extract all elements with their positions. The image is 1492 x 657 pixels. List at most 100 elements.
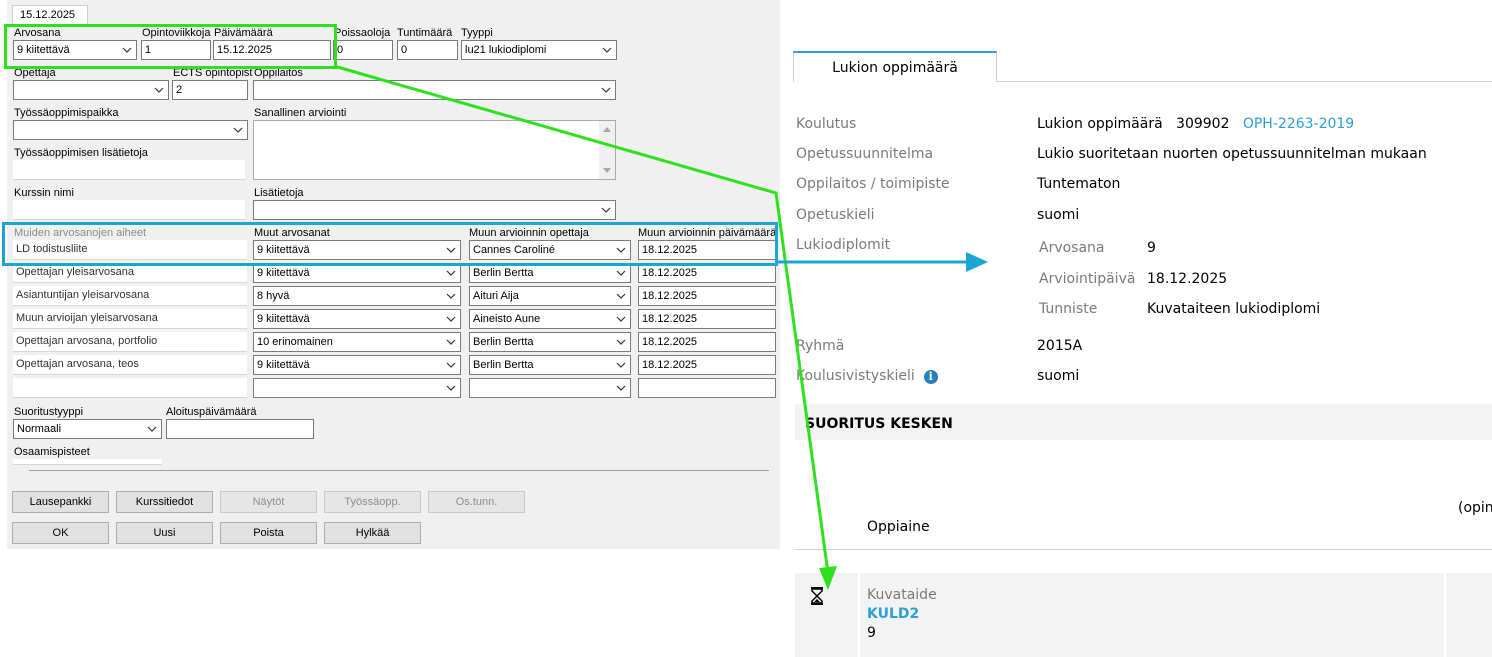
grid-aihe-cell[interactable]: Muun arvioijan yleisarvosana <box>13 309 247 329</box>
ryhma-label: Ryhmä <box>796 338 845 354</box>
status-bar: SUORITUS KESKEN <box>795 404 1492 440</box>
suoritustyyppi-label: Suoritustyyppi <box>14 406 84 418</box>
chevron-down-icon <box>602 45 612 55</box>
oppilaitos-label: Oppilaitos / toimipiste <box>796 176 950 192</box>
button-4-top[interactable]: Os.tunn. <box>428 491 525 513</box>
grid-paivamaara-input[interactable]: 18.12.2025 <box>638 309 776 329</box>
chevron-down-icon <box>154 85 164 95</box>
chevron-down-icon <box>616 360 626 370</box>
hourglass-icon <box>811 587 823 605</box>
koulutus-code: 309902 <box>1176 116 1230 132</box>
osaamispisteet-label: Osaamispisteet <box>14 446 90 458</box>
grid-opettaja-select[interactable] <box>469 378 631 398</box>
poissaoloja-input[interactable]: 0 <box>333 40 393 60</box>
grid-paivamaara-input[interactable]: 18.12.2025 <box>638 355 776 375</box>
button-0-top[interactable]: Lausepankki <box>12 491 109 513</box>
osaamispisteet-input[interactable] <box>13 459 162 465</box>
course-grade-form: 15.12.2025 Arvosana Opintoviikkoja Päivä… <box>7 0 780 549</box>
grid-aihe-cell[interactable]: Opettajan arvosana, teos <box>13 355 247 375</box>
kurssin-nimi-input[interactable] <box>13 200 245 220</box>
button-1-bottom[interactable]: Uusi <box>116 522 213 544</box>
grid-arvosana-select[interactable]: 8 hyvä <box>253 286 461 306</box>
chevron-down-icon <box>601 205 611 215</box>
tuntimaara-input[interactable]: 0 <box>397 40 458 60</box>
tab-lukion-oppimaara[interactable]: Lukion oppimäärä <box>793 51 997 82</box>
chevron-down-icon <box>616 268 626 278</box>
lisatietoja-select[interactable] <box>253 200 616 220</box>
grid-opettaja-value: Berlin Bertta <box>473 359 534 371</box>
button-2-top[interactable]: Näytöt <box>220 491 317 513</box>
oppilaitos-value: Tuntematon <box>1037 176 1121 192</box>
grid-arvosana-value: 8 hyvä <box>257 290 290 302</box>
grid-paivamaara-input[interactable]: 18.12.2025 <box>638 263 776 283</box>
koulutus-diaarinumero-link[interactable]: OPH-2263-2019 <box>1243 116 1354 132</box>
grid-opettaja-select[interactable]: Aituri Aija <box>469 286 631 306</box>
grid-aihe-cell[interactable]: Asiantuntijan yleisarvosana <box>13 286 247 306</box>
tuntimaara-label: Tuntimäärä <box>397 27 453 39</box>
chevron-down-icon <box>446 337 456 347</box>
button-2-bottom[interactable]: Poista <box>220 522 317 544</box>
tyossaoppimisen-lisatietoja-input[interactable] <box>13 160 245 180</box>
opetussuunnitelma-label: Opetussuunnitelma <box>796 146 934 162</box>
ects-input[interactable]: 2 <box>172 80 248 100</box>
grid-arvosana-value: 9 kiitettävä <box>257 359 310 371</box>
blue-highlight-box <box>2 222 778 266</box>
grid-opettaja-select[interactable]: Berlin Bertta <box>469 263 631 283</box>
button-3-top[interactable]: Työssäopp. <box>324 491 421 513</box>
button-3-bottom[interactable]: Hylkää <box>324 522 421 544</box>
course-row[interactable]: Kuvataide KULD2 9 <box>860 573 1444 657</box>
chevron-down-icon <box>233 125 243 135</box>
tyossaoppimispaikka-label: Työssäoppimispaikka <box>14 107 119 119</box>
opettaja-select[interactable] <box>13 80 169 100</box>
chevron-down-icon <box>446 314 456 324</box>
diplomi-tunniste-label: Tunniste <box>1039 301 1098 317</box>
grid-opettaja-select[interactable]: Berlin Bertta <box>469 332 631 352</box>
grid-aihe-cell[interactable]: Opettajan yleisarvosana <box>13 263 247 283</box>
chevron-down-icon <box>616 291 626 301</box>
grid-paivamaara-input[interactable] <box>638 378 776 398</box>
grid-aihe-cell[interactable] <box>13 378 247 398</box>
truncated-column-header: (opin <box>1458 500 1492 516</box>
tyossaoppimispaikka-select[interactable] <box>13 120 248 140</box>
sanallinen-arviointi-textarea[interactable] <box>253 120 616 180</box>
diplomi-arviointipaiva-value: 18.12.2025 <box>1147 271 1228 287</box>
chevron-down-icon <box>446 383 456 393</box>
grid-opettaja-select[interactable]: Berlin Bertta <box>469 355 631 375</box>
grid-arvosana-select[interactable]: 10 erinomainen <box>253 332 461 352</box>
student-record-page: Lukion oppimäärä Koulutus Lukion oppimää… <box>780 0 1492 657</box>
button-0-bottom[interactable]: OK <box>12 522 109 544</box>
date-tab[interactable]: 15.12.2025 <box>12 5 88 24</box>
chevron-down-icon <box>446 268 456 278</box>
aloituspaivamaara-input[interactable] <box>166 419 314 439</box>
poissaoloja-label: Poissaoloja <box>334 27 391 39</box>
textarea-scrollbar[interactable] <box>599 121 615 179</box>
green-highlight-box <box>4 24 337 69</box>
grid-aihe-cell[interactable]: Opettajan arvosana, portfolio <box>13 332 247 352</box>
button-1-top[interactable]: Kurssitiedot <box>116 491 213 513</box>
scroll-arrows-icon <box>603 127 611 173</box>
ryhma-value: 2015A <box>1037 338 1083 354</box>
grid-opettaja-select[interactable]: Aineisto Aune <box>469 309 631 329</box>
opetuskieli-label: Opetuskieli <box>796 207 875 223</box>
grid-paivamaara-input[interactable]: 18.12.2025 <box>638 286 776 306</box>
grid-arvosana-select[interactable]: 9 kiitettävä <box>253 309 461 329</box>
suoritustyyppi-select[interactable]: Normaali <box>13 419 162 439</box>
oppilaitos-select[interactable] <box>253 80 616 100</box>
info-icon[interactable]: i <box>923 370 938 384</box>
kurssin-nimi-label: Kurssin nimi <box>14 187 74 199</box>
chevron-down-icon <box>616 314 626 324</box>
lukiodiplomit-label: Lukiodiplomit <box>796 237 891 253</box>
grid-arvosana-select[interactable] <box>253 378 461 398</box>
aloituspaivamaara-label: Aloituspäivämäärä <box>166 406 257 418</box>
grid-paivamaara-input[interactable]: 18.12.2025 <box>638 332 776 352</box>
tyyppi-select[interactable]: lu21 lukiodiplomi <box>461 40 617 60</box>
grid-arvosana-select[interactable]: 9 kiitettävä <box>253 263 461 283</box>
diplomi-arvosana-label: Arvosana <box>1039 240 1105 256</box>
opetuskieli-value: suomi <box>1037 207 1080 223</box>
diplomi-arvosana-value: 9 <box>1147 240 1156 256</box>
course-code-link[interactable]: KULD2 <box>867 606 919 622</box>
grid-opettaja-value: Berlin Bertta <box>473 267 534 279</box>
grid-arvosana-select[interactable]: 9 kiitettävä <box>253 355 461 375</box>
koulutus-value: Lukion oppimäärä 309902 OPH-2263-2019 <box>1037 116 1354 132</box>
grid-arvosana-value: 9 kiitettävä <box>257 313 310 325</box>
